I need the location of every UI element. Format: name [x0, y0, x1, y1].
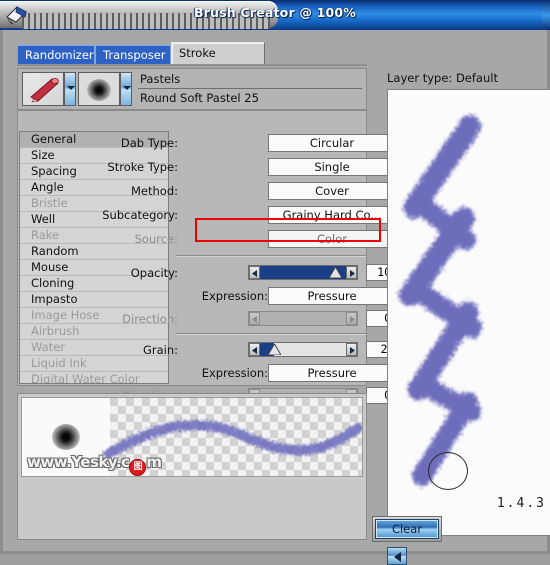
method-value[interactable]: Cover: [268, 182, 396, 200]
window-body: Randomizer Transposer Stroke Designer: [0, 30, 550, 565]
stroke-type-label: Stroke Type:: [107, 160, 178, 174]
method-label: Method:: [130, 184, 178, 198]
opacity-slider-thumb[interactable]: [329, 267, 342, 278]
opacity-expression-value[interactable]: Pressure: [268, 287, 396, 305]
brush-variant-dropdown[interactable]: [120, 72, 132, 106]
stroke-type-value[interactable]: Single: [268, 158, 396, 176]
opacity-direction-left-arrow: [249, 312, 260, 325]
tab-stroke-designer[interactable]: Stroke Designer: [171, 42, 265, 81]
tab-transposer[interactable]: Transposer: [95, 45, 171, 64]
tab-bar: Randomizer Transposer Stroke Designer: [17, 42, 367, 81]
scratch-pad-pane: Layer type: Default 1.4.3: [381, 60, 550, 565]
brush-selector-bar: Pastels Round Soft Pastel 25: [17, 68, 367, 110]
opacity-slider[interactable]: [248, 265, 358, 280]
watermark-text-before: www.Yesky.c: [27, 453, 130, 471]
opacity-expression-label: Expression:: [201, 289, 268, 303]
tab-randomizer[interactable]: Randomizer: [17, 45, 95, 64]
brush-name-divider: [138, 88, 362, 89]
triangle-right-icon: [350, 270, 355, 277]
triangle-left-icon: [252, 270, 257, 277]
chevron-down-icon: [67, 86, 75, 90]
stroke-preview-strip-area: www.Yesky.c 图 m: [17, 393, 367, 540]
opacity-slider-right-arrow[interactable]: [346, 266, 357, 279]
opacity-slider-left-arrow[interactable]: [249, 266, 260, 279]
triangle-left-icon: [252, 316, 257, 323]
list-item-digital-water-color: Digital Water Color: [20, 372, 168, 383]
source-label: Source:: [134, 232, 178, 246]
dab-type-label: Dab Type:: [120, 136, 178, 150]
title-bar[interactable]: Brush Creator @ 100%: [0, 0, 550, 30]
back-button[interactable]: [387, 547, 407, 565]
brush-category-swatch[interactable]: [22, 72, 64, 106]
stroke-designer-panel: General Size Spacing Angle Bristle Well …: [17, 110, 439, 404]
watermark-seal-icon: 图: [129, 459, 147, 476]
brush-variant-label: Round Soft Pastel 25: [140, 91, 259, 105]
section-divider-2-light: [176, 334, 366, 335]
clear-button[interactable]: Clear: [375, 519, 439, 539]
dab-preview-icon: [87, 79, 111, 101]
grain-slider-left-arrow[interactable]: [249, 343, 260, 356]
lightning-scratch-stroke: [399, 115, 482, 486]
subcategory-label: Subcategory:: [102, 208, 178, 222]
brush-category-label: Pastels: [140, 72, 181, 86]
list-item-impasto[interactable]: Impasto: [20, 292, 168, 308]
crayon-swatch-icon: [30, 78, 59, 103]
version-label: 1.4.3: [496, 496, 546, 511]
opacity-direction-slider: [248, 311, 358, 326]
stroke-preview-strip[interactable]: www.Yesky.c 图 m: [21, 397, 363, 477]
source-value: Color: [268, 230, 396, 248]
grain-label: Grain:: [142, 343, 178, 357]
grain-slider[interactable]: [248, 342, 358, 357]
brush-variant-swatch[interactable]: [78, 72, 120, 106]
section-divider-light: [176, 256, 366, 257]
soft-round-dab-icon: [52, 424, 80, 450]
opacity-label: Opacity:: [130, 266, 178, 280]
grain-slider-right-arrow[interactable]: [346, 343, 357, 356]
brush-creator-window: Brush Creator @ 100% Randomizer Transpos…: [0, 0, 550, 565]
dab-type-value[interactable]: Circular: [268, 134, 396, 152]
triangle-left-icon: [252, 347, 257, 354]
grain-slider-thumb[interactable]: [268, 344, 281, 355]
brush-cursor-circle: [428, 452, 468, 490]
watermark: www.Yesky.c 图 m: [27, 453, 162, 476]
window-title: Brush Creator @ 100%: [193, 5, 357, 20]
layer-type-label: Layer type: Default: [387, 71, 498, 85]
subcategory-value[interactable]: Grainy Hard Co...: [268, 206, 396, 224]
grain-expression-label: Expression:: [201, 366, 268, 380]
watermark-text-after: m: [146, 453, 162, 471]
triangle-right-icon: [350, 316, 355, 323]
grain-expression-value[interactable]: Pressure: [268, 364, 396, 382]
brush-category-dropdown[interactable]: [64, 72, 76, 106]
opacity-direction-label: Direction:: [122, 312, 178, 326]
opacity-direction-right-arrow: [346, 312, 357, 325]
triangle-right-icon: [350, 347, 355, 354]
chevron-down-icon: [123, 86, 131, 90]
scratch-pad-canvas[interactable]: 1.4.3: [387, 89, 550, 536]
